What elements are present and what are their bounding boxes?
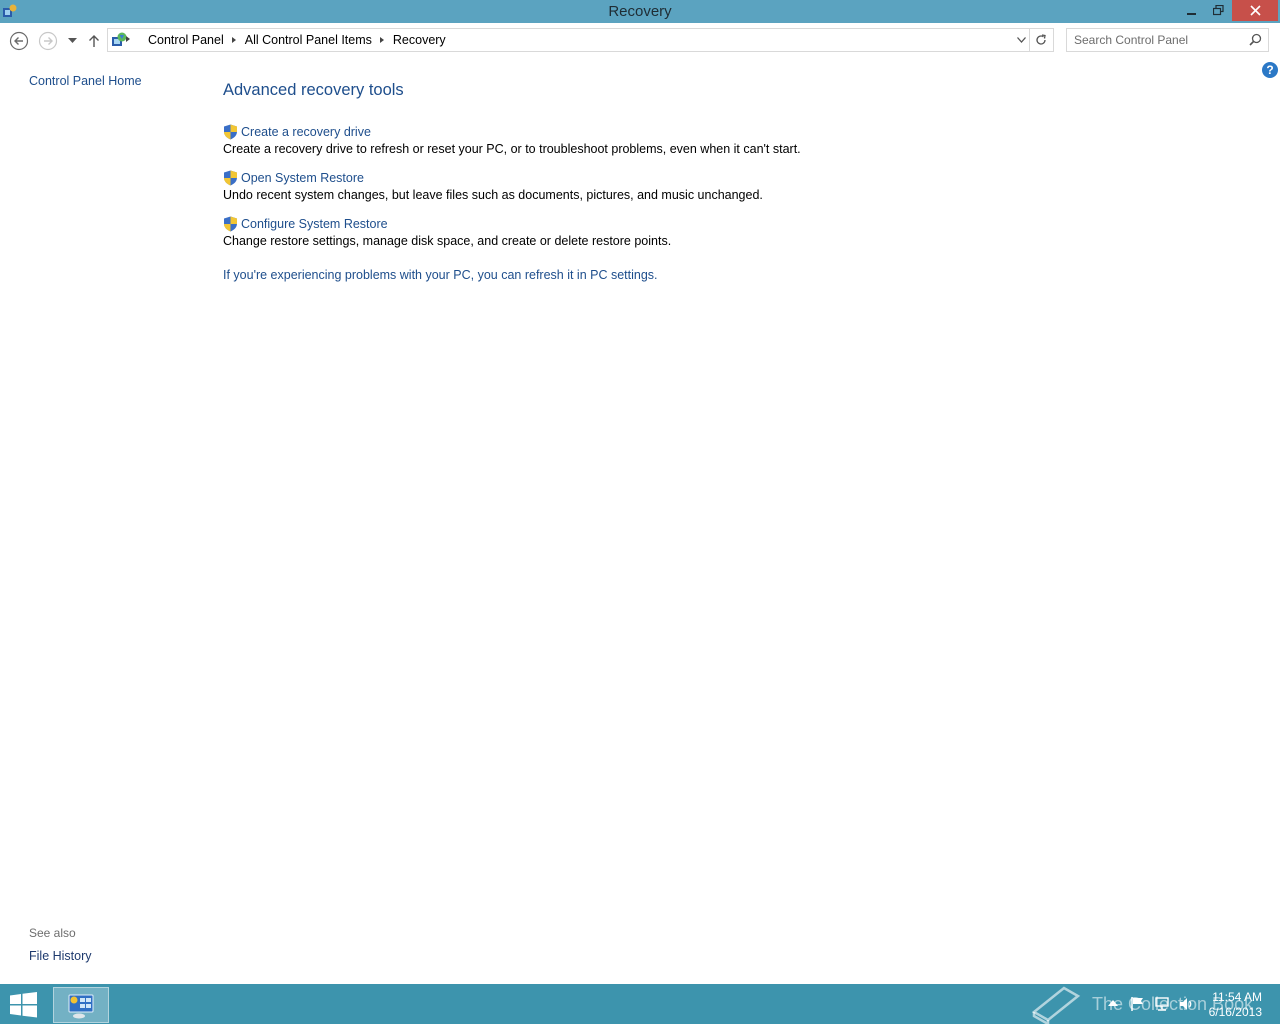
breadcrumb-control-panel[interactable]: Control Panel (148, 33, 224, 47)
see-also-label: See also (29, 926, 76, 940)
restore-icon (1212, 5, 1224, 16)
forward-button[interactable] (37, 30, 59, 52)
breadcrumb: Control Panel All Control Panel Items Re… (134, 29, 446, 51)
file-history-link[interactable]: File History (29, 949, 92, 963)
task-open-system-restore: Open System Restore Undo recent system c… (223, 170, 763, 202)
chevron-down-icon (1016, 37, 1026, 43)
help-button[interactable]: ? (1262, 62, 1278, 78)
task-link-label[interactable]: Create a recovery drive (241, 125, 371, 139)
breadcrumb-separator[interactable] (126, 36, 130, 42)
breadcrumb-recovery[interactable]: Recovery (393, 33, 446, 47)
refresh-pc-settings-link[interactable]: If you're experiencing problems with you… (223, 268, 658, 282)
search-icon[interactable] (1249, 33, 1262, 46)
task-description: Create a recovery drive to refresh or re… (223, 142, 801, 156)
recent-locations-icon (67, 38, 77, 43)
uac-shield-icon (224, 216, 237, 232)
breadcrumb-separator[interactable] (231, 37, 236, 43)
address-bar[interactable]: Control Panel All Control Panel Items Re… (107, 28, 1030, 52)
task-link-label[interactable]: Configure System Restore (241, 217, 388, 231)
taskbar-control-panel-button[interactable] (53, 987, 109, 1023)
open-system-restore-link[interactable]: Open System Restore (223, 170, 763, 186)
control-panel-home-link[interactable]: Control Panel Home (29, 74, 142, 88)
refresh-icon (1036, 34, 1046, 45)
title-bar: Recovery (0, 0, 1280, 23)
breadcrumb-all-items[interactable]: All Control Panel Items (245, 33, 372, 47)
show-hidden-icons[interactable] (1108, 1000, 1118, 1006)
refresh-button[interactable] (1029, 28, 1054, 52)
recent-locations-button[interactable] (65, 35, 79, 47)
close-button[interactable] (1232, 0, 1278, 21)
breadcrumb-separator[interactable] (379, 37, 384, 43)
minimize-icon (1187, 12, 1196, 15)
navigation-bar: Control Panel All Control Panel Items Re… (0, 23, 1280, 59)
help-icon: ? (1266, 63, 1274, 77)
address-dropdown-button[interactable] (1014, 29, 1028, 51)
forward-icon (38, 31, 58, 51)
control-panel-icon (68, 994, 94, 1019)
clock-date: 6/16/2013 (1208, 1005, 1262, 1019)
create-recovery-drive-link[interactable]: Create a recovery drive (223, 124, 801, 140)
back-icon (9, 31, 29, 51)
windows-logo-icon (10, 992, 37, 1018)
network-icon[interactable] (1155, 996, 1171, 1012)
clock[interactable]: 11:54 AM 6/16/2013 (1200, 990, 1262, 1020)
task-link-label[interactable]: Open System Restore (241, 171, 364, 185)
back-button[interactable] (8, 30, 30, 52)
search-input[interactable] (1067, 29, 1244, 51)
book-icon (1031, 986, 1081, 1024)
restore-button[interactable] (1206, 0, 1230, 21)
start-button[interactable] (10, 992, 38, 1018)
task-create-recovery-drive: Create a recovery drive Create a recover… (223, 124, 801, 156)
taskbar: The Collection Book 11:54 AM 6/16/2013 (0, 984, 1280, 1024)
up-button[interactable] (86, 32, 102, 50)
search-box (1066, 28, 1269, 52)
task-description: Undo recent system changes, but leave fi… (223, 188, 763, 202)
uac-shield-icon (224, 124, 237, 140)
page-title: Advanced recovery tools (223, 81, 404, 99)
clock-time: 11:54 AM (1212, 990, 1262, 1004)
task-configure-system-restore: Configure System Restore Change restore … (223, 216, 671, 248)
up-icon (89, 35, 99, 47)
task-description: Change restore settings, manage disk spa… (223, 234, 672, 248)
flag-icon[interactable] (1131, 996, 1145, 1012)
configure-system-restore-link[interactable]: Configure System Restore (223, 216, 671, 232)
minimize-button[interactable] (1180, 0, 1204, 21)
window-title: Recovery (608, 3, 672, 20)
close-icon (1249, 5, 1261, 16)
volume-icon[interactable] (1179, 996, 1195, 1012)
uac-shield-icon (224, 170, 237, 186)
